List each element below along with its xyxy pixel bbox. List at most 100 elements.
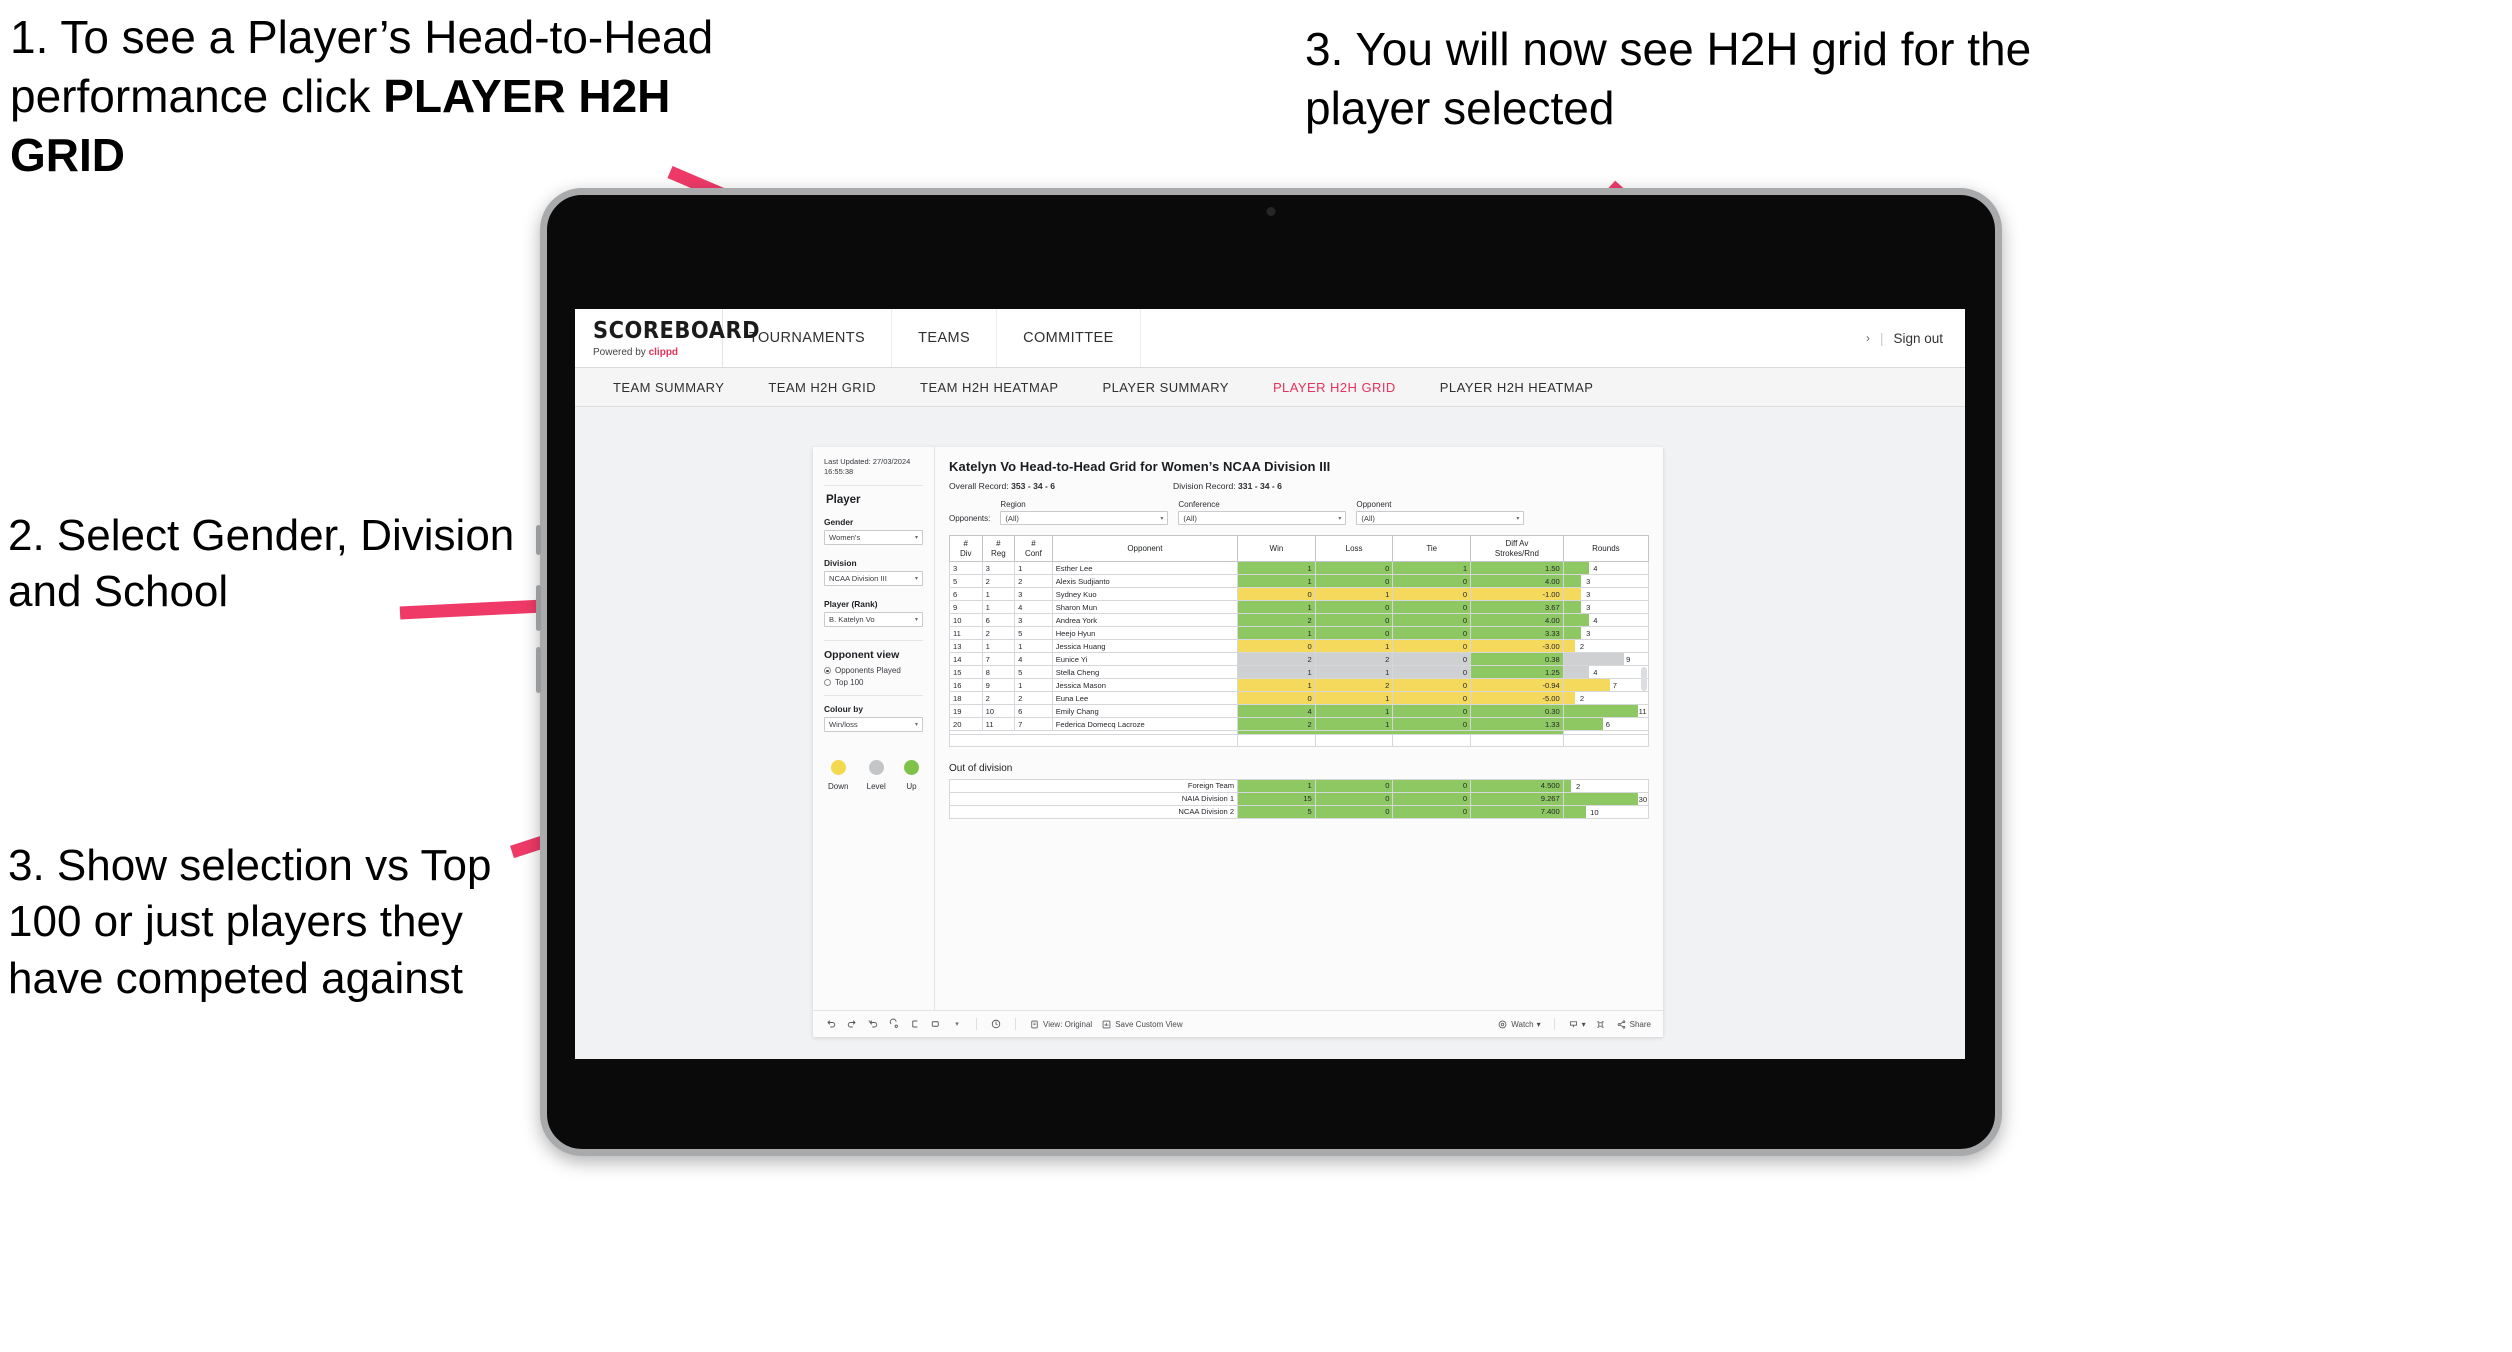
cell-rounds: 2 (1562, 639, 1650, 654)
tab-player-h2h-heatmap[interactable]: PLAYER H2H HEATMAP (1418, 380, 1616, 395)
cell-win: 0 (1237, 639, 1316, 654)
undo-icon[interactable] (825, 1018, 837, 1030)
colour-by-select[interactable]: Win/loss ▾ (824, 717, 923, 733)
out-of-division-row[interactable]: NAIA Division 1 15 0 0 9.267 30 (948, 791, 1650, 806)
cell-loss: 1 (1314, 704, 1394, 719)
opponent-select[interactable]: (All) ▾ (1356, 511, 1525, 525)
table-row[interactable]: 14 7 4 Eunice Yi 2 2 0 0.38 9 (949, 652, 1650, 667)
tab-player-summary[interactable]: PLAYER SUMMARY (1080, 380, 1250, 395)
tab-team-h2h-heatmap[interactable]: TEAM H2H HEATMAP (898, 380, 1080, 395)
cell-opponent: Jessica Huang (1051, 639, 1239, 654)
view-original-button[interactable]: View: Original (1029, 1019, 1092, 1030)
panel-divider-2 (824, 640, 923, 642)
cell-tie: 0 (1392, 652, 1472, 667)
cell-ood-diff: 4.500 (1470, 778, 1564, 793)
fullscreen-icon[interactable] (1595, 1018, 1607, 1030)
pause-refresh-icon[interactable] (990, 1018, 1002, 1030)
cell-win: 0 (1237, 691, 1316, 706)
legend-label-level: Level (866, 782, 886, 792)
table-row[interactable]: 6 1 3 Sydney Kuo 0 1 0 -1.00 3 (949, 587, 1650, 602)
watch-label: Watch (1511, 1019, 1534, 1029)
rounds-value: 11 (1638, 707, 1647, 717)
cell-tie: 0 (1392, 626, 1472, 641)
chevron-down-icon[interactable]: ▾ (951, 1018, 963, 1030)
table-row[interactable]: 3 3 1 Esther Lee 1 0 1 1.50 4 (949, 561, 1650, 576)
account-chevron-icon[interactable]: › (1866, 331, 1870, 345)
division-select[interactable]: NCAA Division III ▾ (824, 571, 923, 587)
cell-loss: 2 (1314, 678, 1394, 693)
table-row[interactable]: 10 6 3 Andrea York 2 0 0 4.00 4 (949, 613, 1650, 628)
chevron-down-icon: ▾ (914, 722, 918, 729)
cell-diff: 4.00 (1470, 613, 1564, 628)
out-of-division-row[interactable]: NCAA Division 2 5 0 0 7.400 10 (948, 804, 1650, 819)
rounds-value: 7 (1612, 681, 1618, 691)
rounds-value: 2 (1576, 781, 1581, 791)
cell-opponent: Sydney Kuo (1051, 587, 1239, 602)
cell-ood-loss: 0 (1314, 778, 1394, 793)
save-custom-view-button[interactable]: Save Custom View (1101, 1019, 1183, 1030)
cell-ood-tie: 0 (1392, 778, 1472, 793)
rounds-value: 4 (1593, 564, 1598, 574)
revert-icon[interactable] (867, 1018, 879, 1030)
cell-div: 18 (949, 691, 983, 706)
table-row[interactable]: 20 11 7 Federica Domecq Lacroze 2 1 0 1.33 6 (949, 717, 1650, 732)
player-rank-value: B. Katelyn Vo (829, 615, 875, 625)
legend-item-down: Down (828, 760, 848, 791)
volume-down-button[interactable] (536, 647, 541, 693)
table-row[interactable]: 18 2 2 Euna Lee 0 1 0 -5.00 2 (949, 691, 1650, 706)
cell-div: 19 (949, 704, 983, 719)
volume-up-button[interactable] (536, 585, 541, 631)
tab-player-h2h-grid[interactable]: PLAYER H2H GRID (1251, 380, 1418, 395)
filter-panel: Last Updated: 27/03/2024 16:55:38 Player… (813, 447, 935, 1010)
chevron-down-icon: ▾ (914, 535, 918, 542)
table-row[interactable]: 15 8 5 Stella Cheng 1 1 0 1.25 4 (949, 665, 1650, 680)
table-row[interactable]: 16 9 1 Jessica Mason 1 2 0 -0.94 7 (949, 678, 1650, 693)
table-row[interactable]: 9 1 4 Sharon Mun 1 0 0 3.67 3 (949, 600, 1650, 615)
vertical-scrollbar[interactable] (1641, 667, 1647, 691)
nav-item-committee[interactable]: COMMITTEE (997, 309, 1141, 367)
brand-logo[interactable]: SCOREBOARD Powered by clippd (575, 309, 760, 367)
share-button[interactable]: Share (1616, 1019, 1651, 1030)
redo-icon[interactable] (846, 1018, 858, 1030)
download-button[interactable]: ▾ (1568, 1019, 1586, 1030)
opponent-filters: Opponents: Region (All) ▾ Conference (All… (949, 500, 1649, 525)
gender-select[interactable]: Women's ▾ (824, 530, 923, 546)
cell-conf: 4 (1014, 600, 1053, 615)
cell-win: 1 (1237, 561, 1316, 576)
region-select[interactable]: (All) ▾ (1000, 511, 1169, 525)
radio-top-100[interactable]: Top 100 (824, 678, 923, 687)
tab-team-h2h-grid[interactable]: TEAM H2H GRID (746, 380, 898, 395)
power-button[interactable] (536, 525, 541, 555)
pause-auto-update-icon[interactable] (909, 1018, 921, 1030)
table-row[interactable]: 11 2 5 Heejo Hyun 1 0 0 3.33 3 (949, 626, 1650, 641)
radio-opponents-played[interactable]: Opponents Played (824, 666, 923, 675)
legend-dot-down (830, 760, 846, 776)
cell-diff: 4.00 (1470, 574, 1564, 589)
overall-record-label: Overall Record: (949, 481, 1009, 491)
cell-div: 13 (949, 639, 983, 654)
cell-ood-loss: 0 (1314, 791, 1394, 806)
nav-item-teams[interactable]: TEAMS (892, 309, 998, 367)
player-rank-select[interactable]: B. Katelyn Vo ▾ (824, 612, 923, 628)
chevron-down-icon: ▾ (1516, 515, 1520, 522)
radio-opponents-played-label: Opponents Played (835, 666, 901, 676)
table-row[interactable]: 13 1 1 Jessica Huang 0 1 0 -3.00 2 (949, 639, 1650, 654)
cell-loss: 0 (1314, 600, 1394, 615)
out-of-division-row[interactable]: Foreign Team 1 0 0 4.500 2 (948, 778, 1650, 793)
highlight-icon[interactable] (930, 1018, 942, 1030)
table-row[interactable]: 19 10 6 Emily Chang 4 1 0 0.30 11 (949, 704, 1650, 719)
table-row[interactable]: 5 2 2 Alexis Sudjianto 1 0 0 4.00 3 (949, 574, 1650, 589)
opponent-label: Opponent (1356, 500, 1392, 509)
refresh-icon[interactable] (888, 1018, 900, 1030)
conference-select[interactable]: (All) ▾ (1178, 511, 1347, 525)
tab-team-summary[interactable]: TEAM SUMMARY (591, 380, 746, 395)
cell-tie: 0 (1392, 704, 1472, 719)
cell-div: 3 (949, 561, 983, 576)
cell-ood-win: 1 (1237, 778, 1316, 793)
sign-out-link[interactable]: Sign out (1893, 331, 1943, 346)
secondary-tabbar: TEAM SUMMARY TEAM H2H GRID TEAM H2H HEAT… (575, 368, 1965, 407)
watch-button[interactable]: Watch ▾ (1497, 1019, 1541, 1030)
cell-conf: 7 (1014, 717, 1053, 732)
table-blank-row (948, 734, 1650, 747)
cell-conf: 3 (1014, 587, 1053, 602)
